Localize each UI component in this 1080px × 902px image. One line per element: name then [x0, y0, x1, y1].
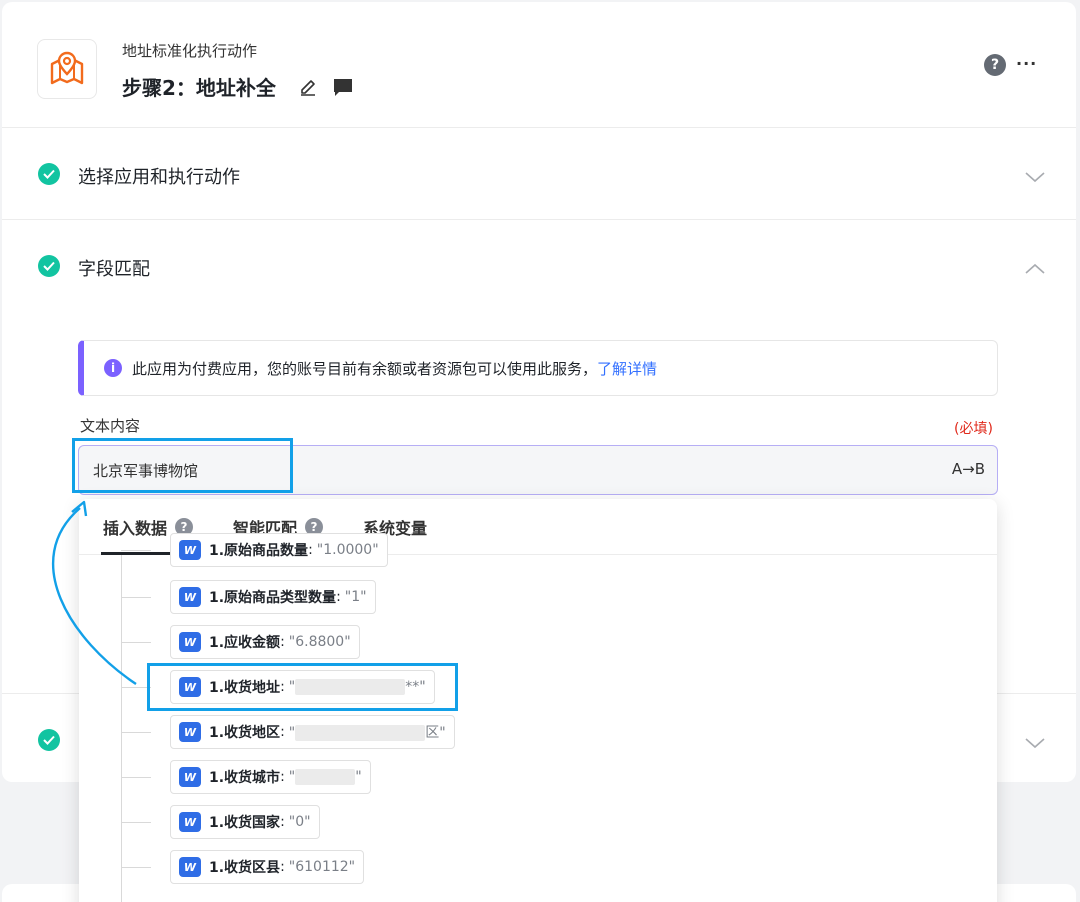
drag-arrow: [51, 500, 137, 685]
